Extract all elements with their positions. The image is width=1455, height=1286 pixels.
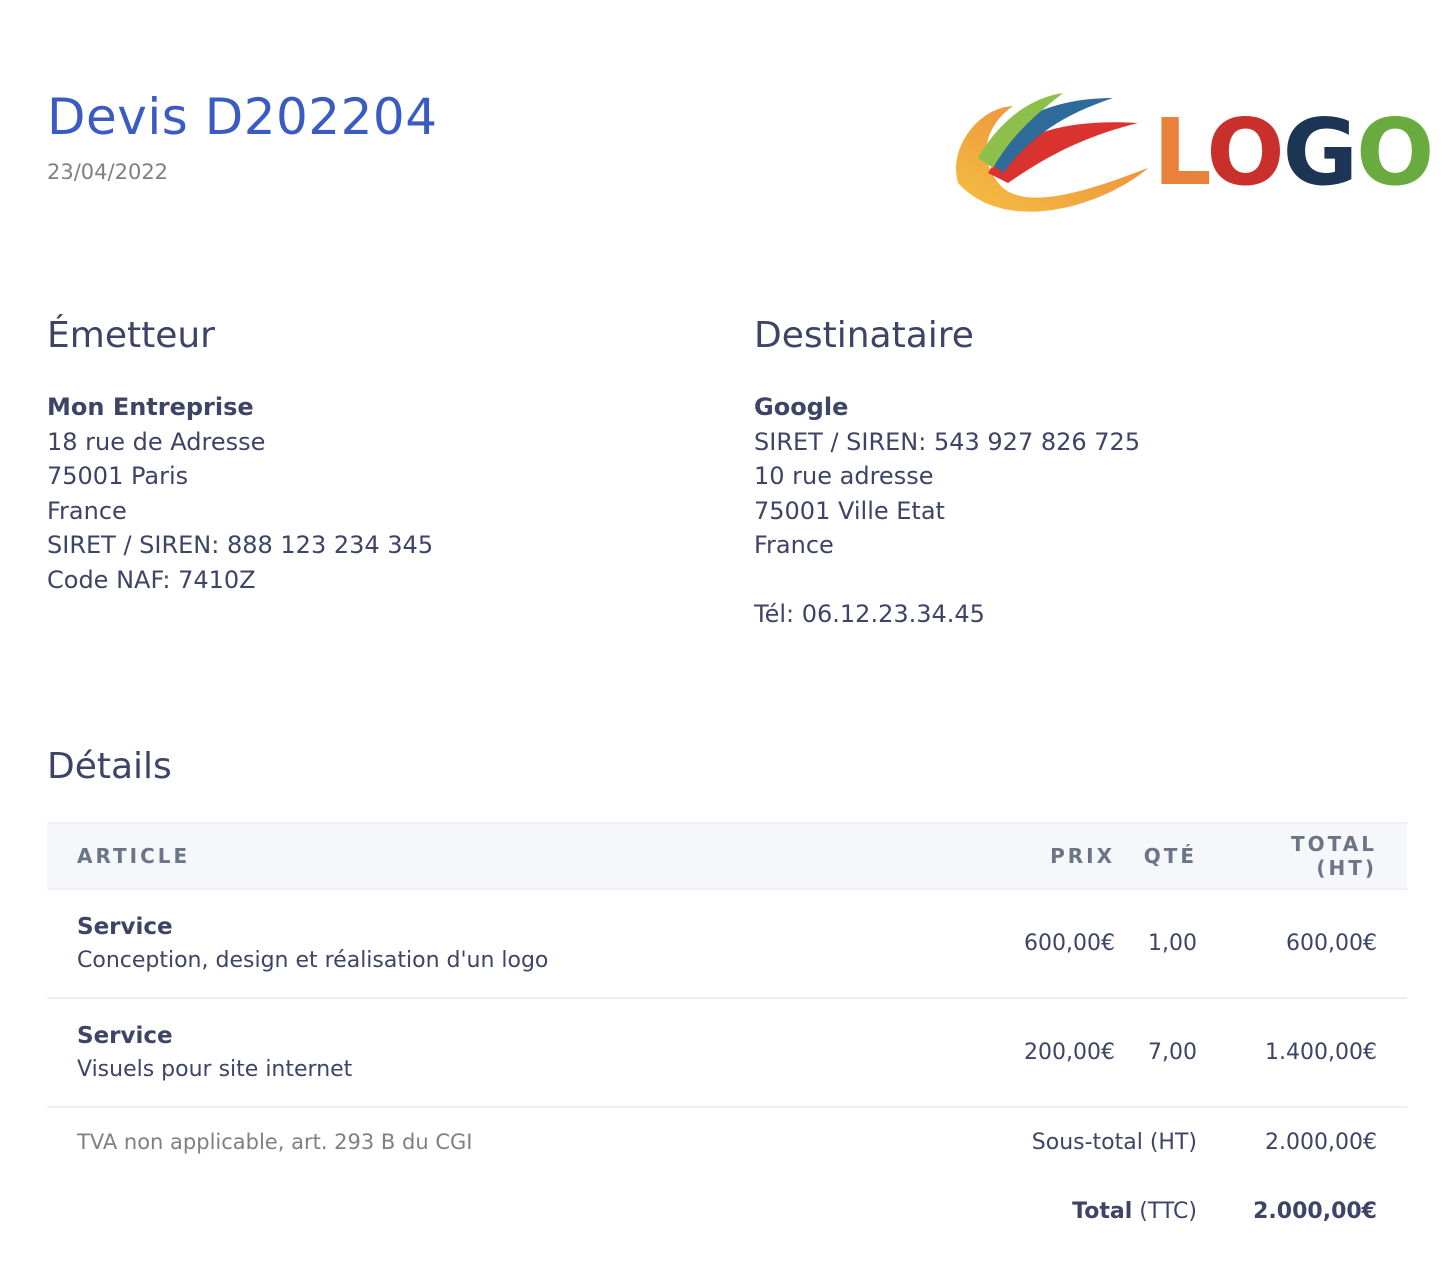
sender-block: Émetteur Mon Entreprise 18 rue de Adress… xyxy=(47,312,433,597)
items-table: ARTICLE PRIX QTÉ TOTAL (HT) Service Conc… xyxy=(47,822,1407,1246)
subtotal-value: 2.000,00€ xyxy=(1265,1129,1377,1155)
recipient-phone: Tél: 06.12.23.34.45 xyxy=(754,600,985,628)
recipient-name: Google xyxy=(754,393,849,421)
table-row: Service Conception, design et réalisatio… xyxy=(47,889,1407,999)
item-price: 600,00€ xyxy=(975,889,1137,999)
table-header-row: ARTICLE PRIX QTÉ TOTAL (HT) xyxy=(47,822,1407,890)
recipient-address-line: France xyxy=(754,531,834,559)
recipient-address-line: 10 rue adresse xyxy=(754,462,934,490)
item-total: 600,00€ xyxy=(1197,889,1407,999)
item-price: 200,00€ xyxy=(975,998,1137,1108)
total-label-rest: (TTC) xyxy=(1132,1198,1197,1224)
total-label: Total (TTC) xyxy=(975,1176,1197,1246)
sender-siret: SIRET / SIREN: 888 123 234 345 xyxy=(47,531,434,559)
recipient-address-line: 75001 Ville Etat xyxy=(754,496,945,525)
total-label-bold: Total xyxy=(1072,1198,1133,1224)
recipient-block: Destinataire Google SIRET / SIREN: 543 9… xyxy=(754,312,1140,632)
recipient-siret: SIRET / SIREN: 543 927 826 725 xyxy=(754,427,1141,456)
item-article-cell: Service Conception, design et réalisatio… xyxy=(47,889,975,999)
company-logo: LOGO xyxy=(948,88,1434,218)
logo-text: LOGO xyxy=(1153,99,1434,206)
sender-name: Mon Entreprise xyxy=(47,393,254,421)
item-description: Conception, design et réalisation d'un l… xyxy=(77,947,549,973)
sender-naf: Code NAF: 7410Z xyxy=(47,565,256,594)
total-row: Total (TTC) 2.000,00€ xyxy=(47,1176,1407,1246)
item-article-cell: Service Visuels pour site internet xyxy=(47,998,975,1108)
item-title: Service xyxy=(77,1022,173,1049)
sender-heading: Émetteur xyxy=(47,315,215,356)
item-description: Visuels pour site internet xyxy=(77,1056,353,1082)
item-total: 1.400,00€ xyxy=(1197,998,1407,1108)
details-heading: Détails xyxy=(47,746,172,787)
total-value: 2.000,00€ xyxy=(1253,1198,1377,1224)
document-title: Devis D202204 xyxy=(47,88,438,146)
subtotal-row: TVA non applicable, art. 293 B du CGI So… xyxy=(47,1107,1407,1176)
document-header: Devis D202204 23/04/2022 xyxy=(47,82,438,184)
logo-swoosh-icon xyxy=(956,93,1148,212)
item-title: Service xyxy=(77,913,173,940)
column-header-qty: QTÉ xyxy=(1137,822,1197,890)
recipient-heading: Destinataire xyxy=(754,315,974,356)
item-qty: 1,00 xyxy=(1137,889,1197,999)
document-date: 23/04/2022 xyxy=(47,160,169,184)
sender-address-line: France xyxy=(47,496,127,525)
vat-note: TVA non applicable, art. 293 B du CGI xyxy=(77,1130,473,1154)
sender-address-line: 75001 Paris xyxy=(47,462,189,490)
column-header-total: TOTAL (HT) xyxy=(1197,822,1407,890)
table-row: Service Visuels pour site internet 200,0… xyxy=(47,998,1407,1108)
subtotal-label: Sous-total (HT) xyxy=(1031,1129,1197,1155)
item-qty: 7,00 xyxy=(1137,998,1197,1108)
sender-address-line: 18 rue de Adresse xyxy=(47,427,266,456)
column-header-article: ARTICLE xyxy=(47,822,975,890)
column-header-price: PRIX xyxy=(975,822,1137,890)
